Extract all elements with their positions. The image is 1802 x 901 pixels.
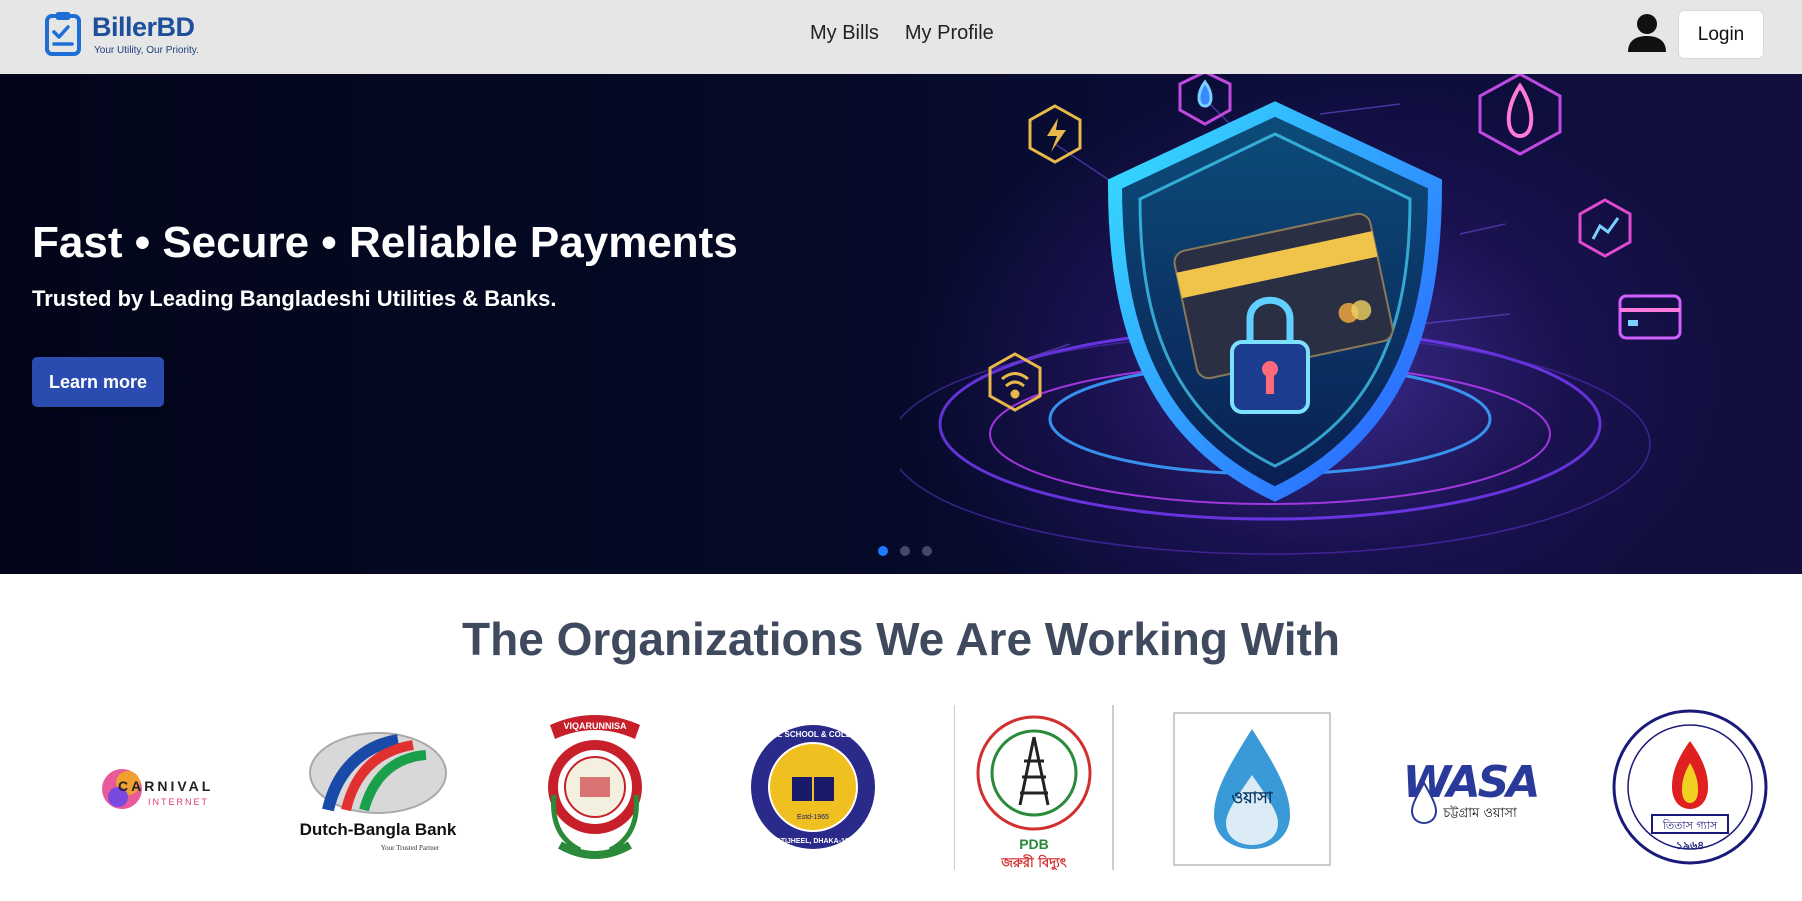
ideal-address: MOTIJHEEL, DHAKA-1000: [769, 838, 856, 845]
partners-heading: The Organizations We Are Working With: [462, 613, 1340, 665]
carousel-dot-1[interactable]: [878, 546, 888, 556]
dbbl-text: Dutch-Bangla Bank: [300, 820, 457, 839]
ideal-estd: Estd-1965: [797, 814, 829, 821]
logo-chattogram-wasa: WASA চট্টগ্রাম ওয়াসা: [1396, 705, 1546, 870]
navbar: BillerBD Your Utility, Our Priority. My …: [0, 0, 1802, 74]
carnival-text: CARNIVAL: [118, 778, 213, 794]
titas-year: ১৯৬৪: [1676, 839, 1705, 852]
brand-name: BillerBD: [92, 12, 195, 42]
logo-carnival-internet: CARNIVAL INTERNET: [100, 705, 220, 870]
partner-logos: CARNIVAL INTERNET Dutch-Bangla Bank Your…: [0, 705, 1802, 875]
titas-text: তিতাস গ্যাস: [1662, 819, 1718, 832]
wasa-text: ওয়াসা: [1231, 788, 1273, 807]
security-shield-illustration: [900, 74, 1682, 555]
nav-link-my-profile[interactable]: My Profile: [905, 22, 994, 45]
login-button[interactable]: Login: [1678, 10, 1764, 59]
pdb-subtext: জরুরী বিদ্যুৎ: [1000, 854, 1067, 870]
brand-logo[interactable]: BillerBD Your Utility, Our Priority.: [44, 10, 214, 60]
logo-ideal-school: IDEAL SCHOOL & COLLEGE MOTIJHEEL, DHAKA-…: [748, 705, 878, 870]
logo-viqarunnisa: VIQARUNNISA: [540, 705, 650, 870]
viqarunnisa-text: VIQARUNNISA: [563, 721, 627, 731]
learn-more-button[interactable]: Learn more: [32, 357, 164, 407]
dbbl-tagline: Your Trusted Partner: [381, 844, 440, 852]
ideal-text: IDEAL SCHOOL & COLLEGE: [758, 730, 868, 739]
pdb-text: PDB: [1019, 836, 1049, 852]
clipboard-check-icon: [45, 12, 81, 56]
carnival-subtext: INTERNET: [148, 797, 209, 807]
carousel-dot-2[interactable]: [900, 546, 910, 556]
carousel-indicators: [878, 546, 932, 556]
ctg-wasa-subtext: চট্টগ্রাম ওয়াসা: [1442, 805, 1517, 821]
hero-carousel: Fast • Secure • Reliable Payments Truste…: [0, 74, 1802, 574]
nav-link-my-bills[interactable]: My Bills: [810, 22, 879, 45]
nav-links: My Bills My Profile: [810, 22, 994, 45]
carousel-dot-3[interactable]: [922, 546, 932, 556]
logo-bangladesh-pdb: PDB জরুরী বিদ্যুৎ: [954, 705, 1114, 870]
hero-title: Fast • Secure • Reliable Payments: [32, 218, 738, 267]
brand-tagline: Your Utility, Our Priority.: [94, 45, 199, 56]
hero-subtitle: Trusted by Leading Bangladeshi Utilities…: [32, 286, 557, 311]
logo-dutch-bangla-bank: Dutch-Bangla Bank Your Trusted Partner: [298, 705, 458, 870]
logo-wasa: ওয়াসা: [1172, 705, 1332, 870]
logo-titas-gas: তিতাস গ্যাস ১৯৬৪: [1610, 705, 1770, 870]
user-icon[interactable]: [1626, 12, 1668, 54]
